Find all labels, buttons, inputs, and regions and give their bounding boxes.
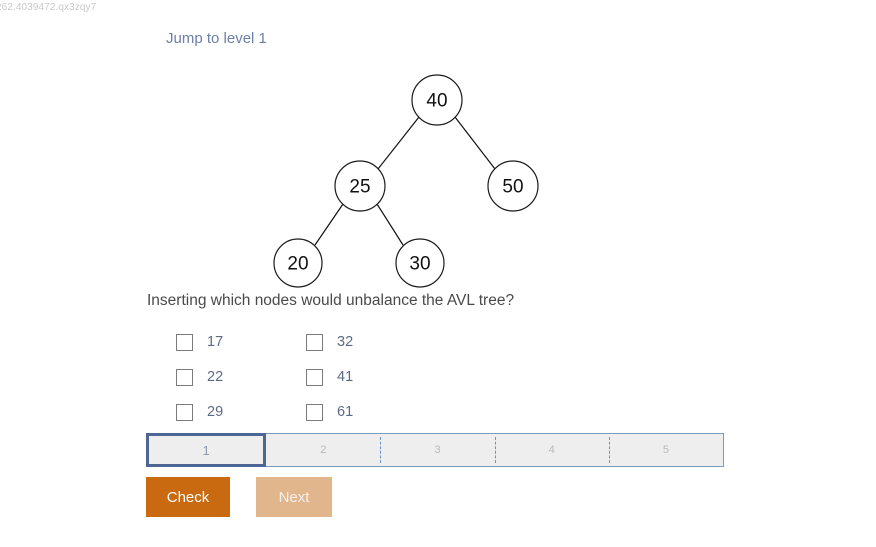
option-61[interactable]: 61 bbox=[306, 404, 436, 421]
tree-node-50: 50 bbox=[487, 160, 539, 212]
progress-step-5[interactable]: 5 bbox=[608, 434, 723, 466]
option-17[interactable]: 17 bbox=[176, 334, 306, 351]
option-row: 29 61 bbox=[176, 395, 556, 430]
jump-to-level-link[interactable]: Jump to level 1 bbox=[166, 30, 267, 47]
tree-node-40: 40 bbox=[411, 74, 463, 126]
checkbox-icon[interactable] bbox=[176, 334, 193, 351]
tree-node-label: 20 bbox=[287, 254, 308, 275]
option-label: 61 bbox=[337, 404, 354, 421]
avl-tree-diagram: 40 25 50 20 30 bbox=[0, 55, 876, 295]
option-row: 22 41 bbox=[176, 360, 556, 395]
tree-edge-25-20 bbox=[314, 203, 344, 246]
next-button[interactable]: Next bbox=[256, 477, 332, 517]
checkbox-icon[interactable] bbox=[176, 404, 193, 421]
checkbox-icon[interactable] bbox=[306, 404, 323, 421]
progress-step-1[interactable]: 1 bbox=[146, 433, 267, 467]
option-41[interactable]: 41 bbox=[306, 369, 436, 386]
question-prompt: Inserting which nodes would unbalance th… bbox=[147, 292, 515, 309]
option-label: 29 bbox=[207, 404, 224, 421]
checkbox-icon[interactable] bbox=[306, 369, 323, 386]
tree-node-label: 50 bbox=[502, 177, 523, 198]
progress-step-4[interactable]: 4 bbox=[494, 434, 609, 466]
tree-edge-40-50 bbox=[454, 116, 496, 170]
tree-node-label: 40 bbox=[426, 91, 447, 112]
checkbox-icon[interactable] bbox=[306, 334, 323, 351]
tree-node-25: 25 bbox=[334, 160, 386, 212]
option-label: 22 bbox=[207, 369, 224, 386]
option-29[interactable]: 29 bbox=[176, 404, 306, 421]
option-32[interactable]: 32 bbox=[306, 334, 436, 351]
tree-svg: 40 25 50 20 30 bbox=[273, 74, 539, 288]
tree-node-label: 30 bbox=[409, 254, 430, 275]
progress-step-2[interactable]: 2 bbox=[266, 434, 380, 466]
answer-options: 17 32 22 41 29 61 bbox=[176, 325, 556, 430]
tree-node-20: 20 bbox=[273, 238, 323, 288]
progress-steps: 1 2 3 4 5 bbox=[146, 433, 724, 467]
page-watermark: 262.4039472.qx3zqy7 bbox=[0, 2, 97, 13]
progress-step-3[interactable]: 3 bbox=[380, 434, 494, 466]
option-label: 32 bbox=[337, 334, 354, 351]
option-row: 17 32 bbox=[176, 325, 556, 360]
tree-edge-40-25 bbox=[377, 116, 420, 170]
option-label: 41 bbox=[337, 369, 354, 386]
check-button[interactable]: Check bbox=[146, 477, 230, 517]
option-22[interactable]: 22 bbox=[176, 369, 306, 386]
option-label: 17 bbox=[207, 334, 224, 351]
tree-edge-25-30 bbox=[376, 203, 404, 246]
checkbox-icon[interactable] bbox=[176, 369, 193, 386]
tree-node-30: 30 bbox=[395, 238, 445, 288]
tree-node-label: 25 bbox=[349, 177, 370, 198]
